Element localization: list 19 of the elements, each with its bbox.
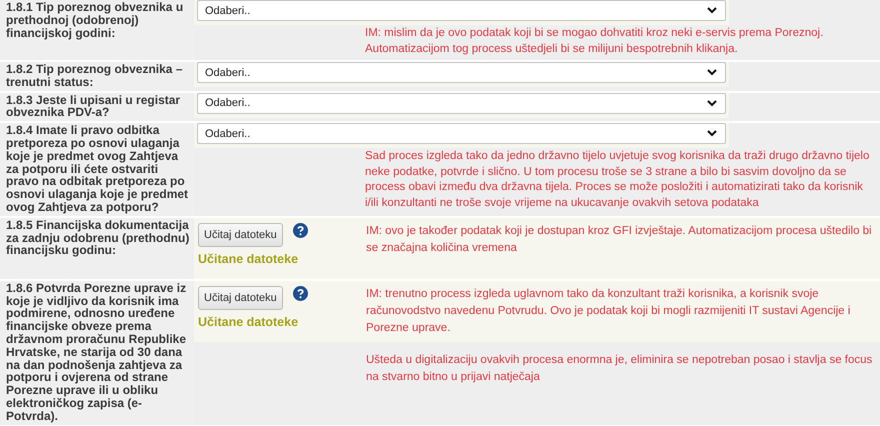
dropdown-field[interactable]: Odaberi.. [197, 92, 726, 114]
uploaded-files-label: Učitane datoteke [198, 252, 300, 266]
dropdown-field[interactable]: Odaberi.. [197, 62, 726, 83]
upload-button[interactable]: Učitaj datoteku [198, 286, 283, 310]
chevron-icon [707, 130, 717, 138]
chevron-icon [707, 7, 717, 14]
upload-button[interactable]: Učitaj datoteku [198, 222, 283, 247]
uploaded-files-label: Učitane datoteke [198, 314, 300, 329]
help-icon[interactable] [292, 222, 308, 238]
dropdown-field[interactable]: Odaberi.. [197, 123, 726, 144]
comment-text: Sad proces izgleda tako da jedno državno tijelo uvjetuje svog korisnika da traži drugo državno tijelo neke podatke, potvrde i slično. U tom procesu troše se 3 strane a bilo bi sasvim dovoljno da se process obavi između dva državna tijela. Proces se može posložiti i automatizirati tako da korisnik i/ili konzultanti ne troše svoje vrijeme na ukucavanje ovakvih setova podataka [365, 149, 870, 211]
chevron-icon [707, 69, 717, 76]
chevron-icon [707, 100, 717, 107]
help-icon[interactable] [292, 286, 308, 301]
comment-text: Ušteda u digitalizaciju ovakvih procesa enormna je, eliminira se nepotreban posao i stavlja se focus na stvarno bitno u prijavi natječaja [365, 352, 874, 385]
comment-text: IM: trenutno process izgleda uglavnom tako da konzultant traži korisnika, a korisnik svoje računovodstvo navedenu Potvrudu. Ovo je podatak koji bi mogli razmijeniti IT sustavi Agencije i Porezne uprave. [366, 286, 852, 336]
comment-text: IM: ovo je također podatak koji je dostupan kroz GFI izvještaje. Automatizacijom procesa uštedilo bi se značajna količina vremena [366, 224, 873, 256]
comment-text: IM: mislim da je ovo podatak koji bi se mogao dohvatiti kroz neki e-servis prema Poreznoj. Automatizacijom tog process uštedjeli bi se milijuni bespotrebnih klikanja. [365, 26, 824, 56]
dropdown-field[interactable]: Odaberi.. [197, 0, 726, 21]
